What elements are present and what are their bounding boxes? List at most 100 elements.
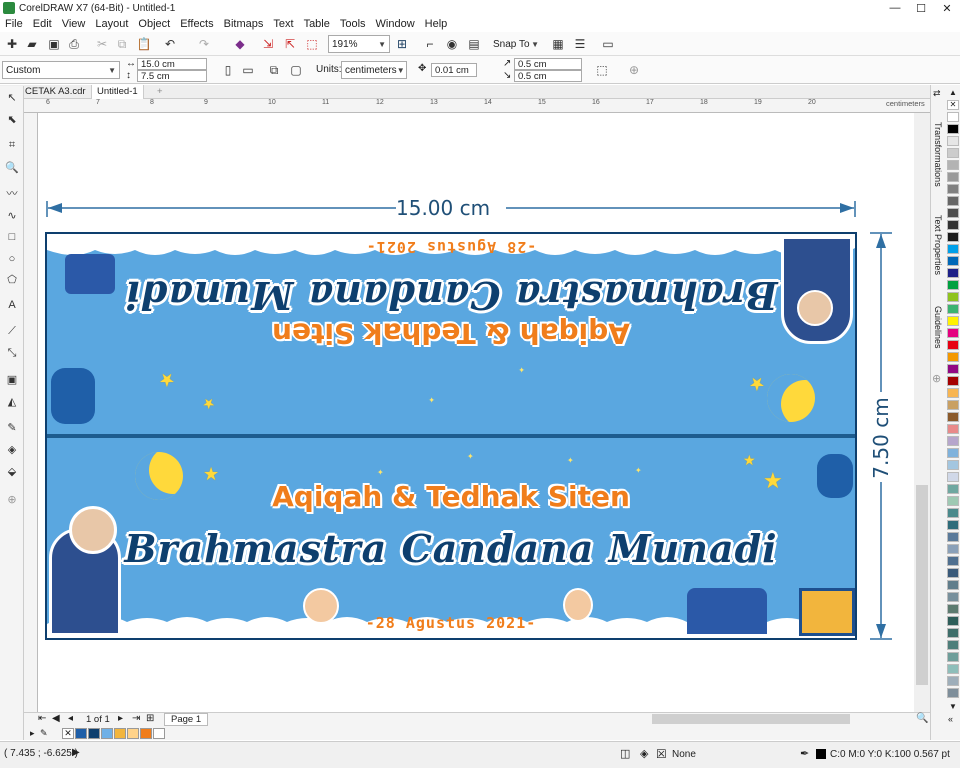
color-swatch[interactable] xyxy=(947,424,959,434)
color-swatch[interactable] xyxy=(947,664,959,674)
color-swatch[interactable] xyxy=(947,160,959,170)
vertical-ruler[interactable] xyxy=(24,113,38,713)
application-launcher-icon[interactable]: ▭ xyxy=(600,36,616,52)
options-icon[interactable]: ☰ xyxy=(572,36,588,52)
color-swatch[interactable] xyxy=(947,676,959,686)
status-play-icon[interactable]: ▶ xyxy=(72,747,80,758)
print-icon[interactable]: ⎙ xyxy=(66,36,82,52)
tab-cetak-a3[interactable]: CETAK A3.cdr xyxy=(20,85,92,99)
publish-pdf-icon[interactable]: ⬚ xyxy=(304,36,320,52)
color-swatch[interactable] xyxy=(947,544,959,554)
new-tab-icon[interactable]: + xyxy=(152,85,168,99)
color-swatch[interactable] xyxy=(947,628,959,638)
import-icon[interactable]: ⇲ xyxy=(260,36,276,52)
connector-tool-icon[interactable]: ⤡ xyxy=(5,346,19,360)
no-color-swatch[interactable]: ✕ xyxy=(62,728,74,739)
full-screen-preview-icon[interactable]: ⊞ xyxy=(394,36,410,52)
menu-help[interactable]: Help xyxy=(420,18,453,30)
color-swatch[interactable] xyxy=(947,472,959,482)
color-swatch[interactable] xyxy=(114,728,126,739)
outline-pen-icon[interactable]: ✒ xyxy=(800,747,809,760)
page-width-field[interactable]: 15.0 cm xyxy=(137,58,207,70)
color-swatch[interactable] xyxy=(947,112,959,122)
shape-tool-icon[interactable]: ⬉ xyxy=(5,112,19,126)
color-swatch[interactable] xyxy=(947,316,959,326)
palette-expand-icon[interactable]: « xyxy=(948,714,953,724)
color-swatch[interactable] xyxy=(947,340,959,350)
menu-edit[interactable]: Edit xyxy=(28,18,57,30)
polygon-tool-icon[interactable]: ⬠ xyxy=(5,272,19,286)
color-swatch[interactable] xyxy=(947,520,959,530)
copy-icon[interactable]: ⧉ xyxy=(114,36,130,52)
color-swatch[interactable] xyxy=(127,728,139,739)
undo-icon[interactable]: ↶ xyxy=(162,36,178,52)
color-swatch[interactable] xyxy=(947,400,959,410)
zoom-icon[interactable]: 🔍 xyxy=(916,713,928,724)
smart-fill-icon[interactable]: ⬙ xyxy=(5,464,19,478)
color-swatch[interactable] xyxy=(947,688,959,698)
color-swatch[interactable] xyxy=(947,148,959,158)
add-docker-icon[interactable]: ⊕ xyxy=(932,372,941,385)
save-icon[interactable]: ▣ xyxy=(46,36,62,52)
palette-menu-icon[interactable]: ▸ xyxy=(30,728,35,739)
menu-table[interactable]: Table xyxy=(299,18,335,30)
landscape-icon[interactable]: ▭ xyxy=(240,62,256,78)
search-content-icon[interactable]: ◆ xyxy=(232,36,248,52)
color-swatch[interactable] xyxy=(947,556,959,566)
color-swatch[interactable] xyxy=(947,604,959,614)
page-height-field[interactable]: 7.5 cm xyxy=(137,70,207,82)
show-guidelines-icon[interactable]: ▤ xyxy=(466,36,482,52)
menu-object[interactable]: Object xyxy=(133,18,175,30)
color-swatch[interactable] xyxy=(947,244,959,254)
color-swatch[interactable] xyxy=(947,532,959,542)
color-swatch[interactable] xyxy=(947,232,959,242)
color-swatch[interactable] xyxy=(947,412,959,422)
color-swatch[interactable] xyxy=(947,256,959,266)
zoom-tool-icon[interactable]: 🔍 xyxy=(5,160,19,174)
color-swatch[interactable] xyxy=(947,172,959,182)
menu-bitmaps[interactable]: Bitmaps xyxy=(219,18,269,30)
text-tool-icon[interactable]: A xyxy=(5,298,19,312)
units-select[interactable]: centimeters ▼ xyxy=(341,61,407,79)
treat-as-filled-icon[interactable]: ⬚ xyxy=(594,62,610,78)
welcome-screen-icon[interactable]: ▦ xyxy=(550,36,566,52)
color-swatch[interactable] xyxy=(947,508,959,518)
portrait-icon[interactable]: ▯ xyxy=(220,62,236,78)
previous-page-arrow-icon[interactable]: ◂ xyxy=(68,713,73,724)
pick-tool-icon[interactable]: ↖ xyxy=(5,90,19,104)
menu-tools[interactable]: Tools xyxy=(335,18,371,30)
snap-to-dropdown[interactable]: Snap To ▼ xyxy=(490,35,542,53)
menu-window[interactable]: Window xyxy=(371,18,420,30)
last-page-icon[interactable]: ⇥ xyxy=(132,713,140,724)
drop-shadow-icon[interactable]: ▣ xyxy=(5,372,19,386)
color-swatch[interactable] xyxy=(75,728,87,739)
banner-artwork[interactable]: Aqiqah & Tedhak Siten Brahmastra Candana… xyxy=(45,232,857,640)
color-swatch[interactable] xyxy=(947,448,959,458)
add-toolbar-icon[interactable]: ⊕ xyxy=(626,62,642,78)
color-swatch[interactable] xyxy=(947,328,959,338)
docker-tab-transformations[interactable]: Transformations xyxy=(931,116,945,192)
crop-tool-icon[interactable]: ⌗ xyxy=(5,138,19,152)
menu-text[interactable]: Text xyxy=(268,18,298,30)
color-swatch[interactable] xyxy=(947,496,959,506)
freehand-tool-icon[interactable]: 〰 xyxy=(5,186,19,200)
duplicate-distance-x-field[interactable]: 0.5 cm xyxy=(514,58,582,70)
color-swatch[interactable] xyxy=(153,728,165,739)
tab-untitled-1[interactable]: Untitled-1 xyxy=(92,85,144,99)
color-swatch[interactable] xyxy=(947,364,959,374)
current-page-icon[interactable]: ▢ xyxy=(288,62,304,78)
show-rulers-icon[interactable]: ⌐ xyxy=(422,36,438,52)
palette-scroll-down-icon[interactable]: ▼ xyxy=(949,702,957,711)
color-swatch[interactable] xyxy=(947,388,959,398)
menu-file[interactable]: File xyxy=(0,18,28,30)
open-icon[interactable]: ▰ xyxy=(24,36,40,52)
new-document-icon[interactable]: ✚ xyxy=(4,36,20,52)
redo-icon[interactable]: ↷ xyxy=(196,36,212,52)
transparency-tool-icon[interactable]: ◭ xyxy=(5,394,19,408)
color-swatch[interactable] xyxy=(947,352,959,362)
docker-arrows-icon[interactable]: ⇄ xyxy=(933,88,941,99)
add-tool-icon[interactable]: ⊕ xyxy=(5,492,19,506)
banner-top-panel-flipped[interactable]: Aqiqah & Tedhak Siten Brahmastra Candana… xyxy=(47,234,855,434)
banner-bottom-panel[interactable]: Aqiqah & Tedhak Siten Brahmastra Candana… xyxy=(47,438,855,638)
color-swatch[interactable] xyxy=(947,568,959,578)
